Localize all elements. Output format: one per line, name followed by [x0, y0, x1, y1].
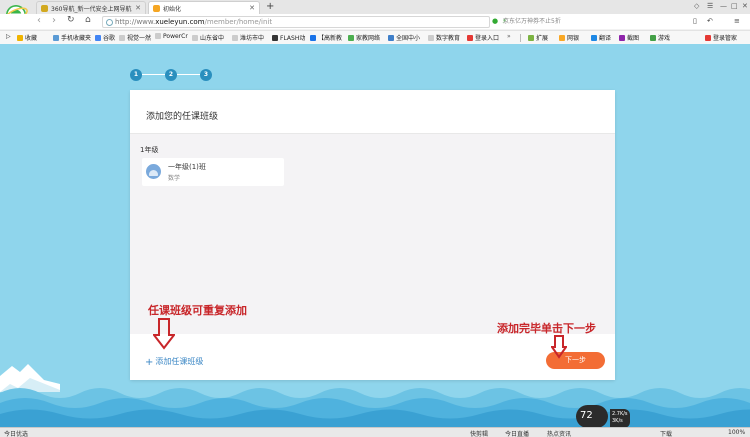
status-item[interactable]: 快剪辑 — [470, 429, 488, 437]
browser-chrome: 360导航_新一代安全上网导航 ✕ 初始化 ✕ + ◇ ☰ — □ ✕ ‹ › … — [0, 0, 750, 44]
bookmark-item[interactable]: 收藏 — [17, 33, 37, 42]
step-connector — [177, 74, 200, 75]
bookmark-item[interactable]: 数字教育 — [428, 33, 460, 42]
bookmark-item[interactable]: PowerCr — [155, 33, 188, 40]
menu-icon[interactable]: ☰ — [707, 2, 713, 10]
maximize-icon[interactable]: □ — [731, 2, 738, 10]
url-domain: xueleyun.com — [155, 18, 205, 26]
tab-title: 360导航_新一代安全上网导航 — [51, 6, 132, 13]
annotation-click-next: 添加完毕单击下一步 — [497, 322, 596, 335]
class-avatar-icon — [146, 164, 161, 179]
close-tab-icon[interactable]: ✕ — [249, 4, 255, 12]
tab-favicon — [41, 5, 48, 12]
down-arrow-icon — [153, 318, 175, 350]
step-connector — [142, 74, 165, 75]
network-speed-widget[interactable]: 72 — [576, 405, 608, 428]
screenshot-button[interactable]: 截图 — [619, 33, 639, 42]
step-2: 2 — [165, 69, 177, 81]
card-title: 添加您的任课班级 — [130, 90, 615, 134]
translate-button[interactable]: 翻译 — [591, 33, 611, 42]
memory-percent: 72 — [580, 410, 593, 421]
more-bookmarks-icon[interactable]: » — [507, 33, 511, 40]
down-arrow-icon — [551, 335, 567, 359]
page-stage: 1 2 3 添加您的任课班级 1年级 一年级(1)班 数学 + 添加任课班级 下一… — [0, 45, 750, 427]
wave-decoration — [0, 388, 750, 427]
sidebar-toggle-icon[interactable]: ▷ — [6, 33, 11, 40]
search-box[interactable]: 京东亿万神券不止5折 — [500, 16, 680, 28]
phone-icon[interactable]: ▯ — [693, 17, 697, 25]
class-name: 一年级(1)班 — [168, 163, 206, 171]
step-indicator: 1 2 3 — [130, 69, 220, 81]
bookmark-item[interactable]: 家教网络 — [348, 33, 380, 42]
navigation-row: ‹ › ↻ ⌂ http://www.xueleyun.com/member/h… — [0, 14, 750, 29]
games-button[interactable]: 游戏 — [650, 33, 670, 42]
bookmark-item[interactable]: 视觉一然 — [119, 33, 151, 42]
step-1: 1 — [130, 69, 142, 81]
add-class-link[interactable]: + 添加任课班级 — [145, 356, 203, 368]
bookmarks-bar: ▷ 收藏 手机收藏夹 谷歌 视觉一然 PowerCr 山东省中 潍坊市中 FLA… — [0, 30, 750, 44]
add-class-label: 添加任课班级 — [155, 357, 204, 366]
more-menu-icon[interactable]: ≡ — [734, 17, 740, 25]
step-3: 3 — [200, 69, 212, 81]
tab-favicon — [153, 5, 160, 12]
toolbar-divider — [520, 34, 521, 42]
new-tab-button[interactable]: + — [266, 1, 274, 12]
globe-icon — [106, 19, 113, 26]
bookmark-item[interactable]: 【高新教 — [310, 33, 342, 42]
close-window-icon[interactable]: ✕ — [742, 2, 748, 10]
ebank-button[interactable]: 网银 — [559, 33, 579, 42]
skin-icon[interactable]: ◇ — [694, 2, 699, 10]
tab-title: 初始化 — [163, 6, 182, 13]
annotation-repeat-add: 任课班级可重复添加 — [148, 304, 247, 317]
plus-icon: + — [145, 357, 154, 368]
status-item[interactable]: 今日直播 — [505, 429, 529, 437]
download-link[interactable]: 下载 — [660, 429, 672, 437]
refresh-icon[interactable]: ↻ — [67, 15, 75, 25]
daily-picks-link[interactable]: 今日优选 — [4, 429, 28, 437]
status-bar: 今日优选 快剪辑 今日直播 热点资讯 下载 100% — [0, 427, 750, 437]
zoom-level[interactable]: 100% — [728, 429, 745, 436]
bookmark-item[interactable]: 谷歌 — [95, 33, 115, 42]
url-path: /member/home/init — [204, 18, 273, 26]
home-icon[interactable]: ⌂ — [85, 15, 91, 25]
safe-icon[interactable]: ● — [492, 17, 498, 25]
upload-rate: 2.7K/s — [612, 411, 628, 417]
url-prefix: http://www. — [115, 18, 156, 26]
bookmark-item[interactable]: 手机收藏夹 — [53, 33, 91, 42]
login-manager-button[interactable]: 登录管家 — [705, 33, 737, 42]
bookmark-item[interactable]: 全国中小 — [388, 33, 420, 42]
class-item[interactable]: 一年级(1)班 数学 — [142, 158, 284, 186]
grade-label: 1年级 — [140, 146, 159, 154]
class-setup-card: 添加您的任课班级 1年级 一年级(1)班 数学 + 添加任课班级 下一步 — [130, 90, 615, 380]
undo-icon[interactable]: ↶ — [707, 17, 713, 25]
extensions-button[interactable]: 扩展 — [528, 33, 548, 42]
speed-rates: 2.7K/s 3K/s — [610, 409, 630, 428]
card-footer: + 添加任课班级 下一步 — [130, 345, 615, 380]
class-subject: 数学 — [168, 175, 181, 182]
address-bar[interactable]: http://www.xueleyun.com/member/home/init — [102, 16, 490, 28]
status-item[interactable]: 热点资讯 — [547, 429, 571, 437]
tab-360-nav[interactable]: 360导航_新一代安全上网导航 ✕ — [36, 1, 146, 14]
bookmark-item[interactable]: 山东省中 — [192, 33, 224, 42]
download-rate: 3K/s — [612, 418, 623, 424]
tab-init[interactable]: 初始化 ✕ — [148, 1, 260, 14]
back-icon[interactable]: ‹ — [37, 15, 41, 26]
bookmark-item[interactable]: FLASH动 — [272, 33, 305, 42]
minimize-icon[interactable]: — — [720, 2, 727, 10]
bookmark-item[interactable]: 登录入口 — [467, 33, 499, 42]
forward-icon[interactable]: › — [52, 15, 56, 26]
close-tab-icon[interactable]: ✕ — [135, 4, 141, 12]
bookmark-item[interactable]: 潍坊市中 — [232, 33, 264, 42]
tab-strip: 360导航_新一代安全上网导航 ✕ 初始化 ✕ + ◇ ☰ — □ ✕ — [0, 0, 750, 14]
